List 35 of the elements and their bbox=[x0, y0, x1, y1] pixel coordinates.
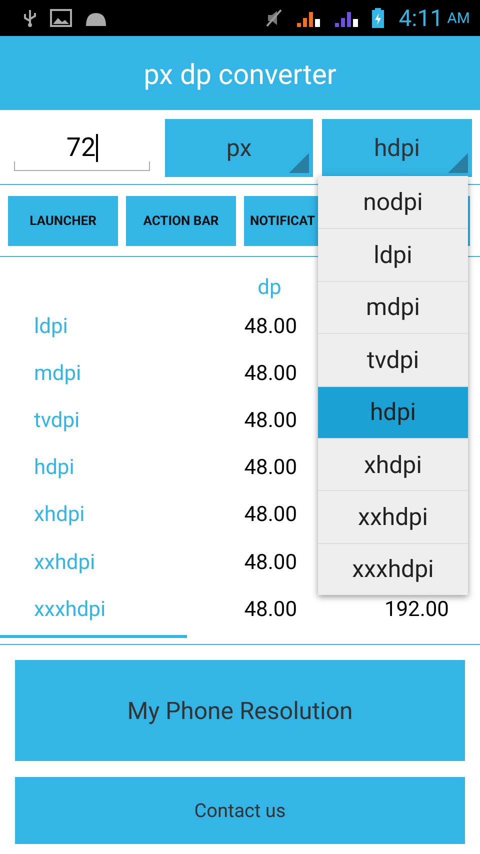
resolution-button[interactable]: My Phone Resolution bbox=[15, 660, 465, 762]
table-cell-text: 48.00 bbox=[243, 314, 297, 339]
density-label: xxxhdpi bbox=[33, 598, 107, 622]
table-cell-text: 48.00 bbox=[243, 456, 297, 480]
image-icon bbox=[50, 9, 72, 27]
tab-button[interactable]: LAUNCHER bbox=[8, 196, 118, 246]
contact-button[interactable]: Contact us bbox=[15, 777, 465, 844]
table-cell-text: 48.00 bbox=[243, 408, 297, 433]
unit-spinner[interactable]: hdpi bbox=[322, 119, 472, 177]
clock-time: 4:11 bbox=[398, 4, 444, 32]
table-cell-text: 48.00 bbox=[243, 598, 297, 622]
dropdown-option[interactable]: hdpi bbox=[318, 386, 468, 438]
dropdown-option[interactable]: xxxhdpi bbox=[318, 542, 468, 596]
app-title: px dp converter bbox=[144, 58, 336, 90]
unit-spinner[interactable]: px bbox=[165, 119, 313, 177]
mute-icon bbox=[264, 8, 283, 28]
battery-icon bbox=[370, 7, 385, 29]
dropdown-option[interactable]: ldpi bbox=[318, 228, 468, 281]
table-cell-text: 48.00 bbox=[243, 503, 297, 528]
table-cell-text: 192.00 bbox=[383, 598, 449, 622]
column-header: dp bbox=[256, 276, 282, 300]
density-label: xxhdpi bbox=[33, 550, 96, 575]
tab-button[interactable]: ACTION BAR bbox=[126, 196, 236, 246]
density-label: hdpi bbox=[33, 456, 76, 480]
table-cell-text: 48.00 bbox=[243, 550, 297, 575]
density-label: ldpi bbox=[33, 314, 69, 339]
dropdown-option[interactable]: xhdpi bbox=[318, 438, 468, 490]
density-label: xhdpi bbox=[33, 503, 86, 528]
density-label: tvdpi bbox=[33, 408, 81, 433]
density-label: mdpi bbox=[33, 362, 82, 386]
usb-icon bbox=[22, 8, 38, 28]
table-cell-text: 48.00 bbox=[243, 362, 297, 386]
clock-period: AM bbox=[447, 9, 470, 27]
dropdown-option[interactable]: xxhdpi bbox=[318, 490, 468, 543]
dropdown-option[interactable]: mdpi bbox=[318, 280, 468, 334]
